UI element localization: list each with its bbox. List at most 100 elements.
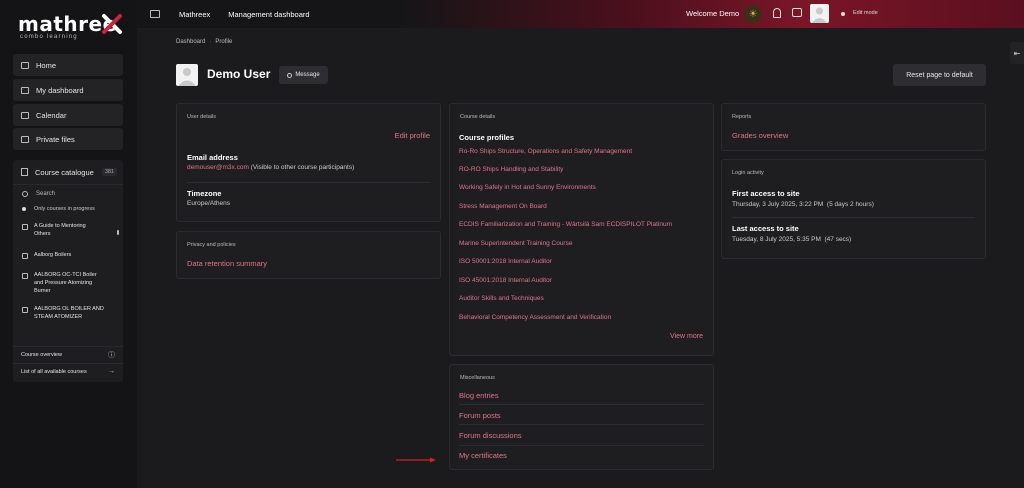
course-link[interactable]: Behavioral Competency Assessment and Ver… (459, 314, 611, 321)
logo-x-icon (102, 14, 122, 34)
my-certificates-link[interactable]: My certificates (459, 451, 507, 460)
sidebar-item-private-files[interactable]: Private files (13, 128, 123, 150)
brand-logo[interactable]: mathree combo learning (18, 12, 128, 42)
open-drawer-icon[interactable]: ⇤ (1010, 42, 1024, 64)
course-link[interactable]: ISO 45001:2018 Internal Auditor (459, 277, 552, 284)
catalogue-title: Course catalogue (35, 167, 94, 177)
messages-icon[interactable] (792, 8, 802, 17)
welcome-text: Welcome Demo (686, 9, 740, 18)
course-icon (22, 306, 28, 313)
catalogue-count-badge: 381 (101, 168, 117, 176)
sidebar-toggle-icon[interactable] (150, 10, 160, 18)
profile-avatar (176, 64, 198, 86)
divider (459, 424, 704, 425)
top-navbar: Mathreex Management dashboard (137, 0, 1024, 28)
course-title: AALBORG OC-TCI Boiler and Pressure Atomi… (34, 271, 97, 296)
filter-in-progress[interactable]: Only courses in progress (13, 202, 123, 216)
course-catalogue: Course catalogue 381 Search Only courses… (13, 160, 123, 382)
divider (732, 217, 975, 218)
course-link[interactable]: Ro-Ro Ships Structure, Operations and Sa… (459, 148, 632, 155)
course-link[interactable]: Working Safely in Hot and Sunny Environm… (459, 184, 596, 191)
card-title: Login activity (732, 170, 764, 176)
divider (187, 182, 430, 183)
sidebar-item-label: Calendar (36, 110, 67, 120)
email-note: (Visible to other course participants) (250, 164, 355, 171)
all-courses-link[interactable]: List of all available courses → (13, 363, 123, 379)
course-overview-link[interactable]: Course overview ⓘ (13, 346, 123, 362)
reports-card: Reports Grades overview (721, 103, 986, 151)
course-link[interactable]: Stress Management On Board (459, 203, 547, 210)
edit-mode-label: Edit mode (853, 10, 878, 16)
edit-mode-toggle[interactable] (841, 12, 845, 16)
card-title: Miscellaneous (460, 375, 495, 381)
course-icon (22, 224, 28, 230)
brand-tagline: combo learning (20, 34, 78, 40)
course-profiles-heading: Course profiles (459, 133, 515, 142)
catalogue-course-item[interactable]: Aalborg Boilers (13, 251, 123, 259)
catalogue-search-input[interactable]: Search (13, 184, 123, 202)
dashboard-icon (21, 86, 29, 94)
timezone-value: Europe/Athens (187, 200, 231, 207)
course-link[interactable]: Marine Superintendent Training Course (459, 240, 572, 247)
sidebar-item-label: Home (36, 60, 57, 70)
course-overview-label: Course overview (21, 351, 62, 358)
edit-profile-link[interactable]: Edit profile (395, 131, 430, 140)
sidebar-item-calendar[interactable]: Calendar (13, 104, 123, 126)
card-title: Course details (460, 114, 496, 120)
course-icon (22, 252, 28, 259)
home-icon (21, 61, 29, 69)
data-retention-link[interactable]: Data retention summary (187, 259, 267, 268)
catalogue-course-item[interactable]: AALBORG OL BOILER AND STEAM ATOMIZER (13, 305, 123, 322)
calendar-icon (21, 111, 29, 119)
forum-posts-link[interactable]: Forum posts (459, 411, 501, 420)
sidebar-item-dashboard[interactable]: My dashboard (13, 79, 123, 101)
catalogue-scrollbar[interactable] (117, 230, 119, 235)
avatar-silhouette-icon (178, 68, 196, 86)
last-access-label: Last access to site (732, 224, 799, 233)
top-link-mathreex[interactable]: Mathreex (179, 10, 210, 19)
user-avatar[interactable] (810, 4, 829, 23)
catalogue-course-item[interactable]: A Guide to Mentoring Others (13, 222, 123, 239)
course-link[interactable]: ECDIS Familiarization and Training - Wär… (459, 221, 672, 228)
info-icon: ⓘ (108, 351, 115, 359)
top-link-management-dashboard[interactable]: Management dashboard (228, 10, 309, 19)
email-row: demouser@m3x.com (Visible to other cours… (187, 164, 354, 171)
divider (459, 404, 704, 405)
course-title: AALBORG OL BOILER AND STEAM ATOMIZER (34, 305, 104, 322)
course-icon (22, 272, 28, 279)
catalogue-course-item[interactable]: AALBORG OC-TCI Boiler and Pressure Atomi… (13, 271, 123, 296)
email-link[interactable]: demouser@m3x.com (187, 164, 249, 171)
course-link[interactable]: ISO 50001:2018 Internal Auditor (459, 258, 552, 265)
timezone-label: Timezone (187, 189, 222, 198)
card-title: Privacy and policies (187, 242, 236, 248)
forum-discussions-link[interactable]: Forum discussions (459, 431, 522, 440)
grades-overview-link[interactable]: Grades overview (732, 131, 788, 140)
all-courses-label: List of all available courses (21, 368, 87, 375)
breadcrumb-dashboard[interactable]: Dashboard (176, 39, 205, 45)
sidebar-item-label: Private files (36, 134, 75, 144)
view-more-link[interactable]: View more (670, 333, 703, 340)
notification-bell-icon[interactable] (773, 8, 781, 18)
blog-entries-link[interactable]: Blog entries (459, 391, 499, 400)
sidebar-item-home[interactable]: Home (13, 54, 123, 76)
course-link[interactable]: RO-RO Ships Handling and Stability (459, 166, 563, 173)
first-access-value: Thursday, 3 July 2025, 3:22 PM (5 days 2… (732, 201, 874, 208)
search-icon (22, 190, 28, 197)
annotation-arrow-icon (396, 457, 436, 463)
login-activity-card: Login activity First access to site Thur… (721, 159, 986, 259)
course-title-line: Others (34, 231, 51, 238)
search-placeholder: Search (36, 190, 56, 197)
catalogue-header[interactable]: Course catalogue 381 (13, 160, 123, 184)
radio-dot-icon (22, 207, 26, 211)
privacy-card: Privacy and policies Data retention summ… (176, 231, 441, 279)
first-access-label: First access to site (732, 189, 800, 198)
filter-label: Only courses in progress (34, 206, 95, 212)
arrow-right-icon: → (108, 368, 115, 375)
card-title: User details (187, 114, 217, 120)
user-details-card: User details Edit profile Email address … (176, 103, 441, 222)
theme-sun-icon[interactable]: ☀ (744, 5, 762, 23)
message-button[interactable]: Message (279, 66, 328, 84)
course-link[interactable]: Auditor Skills and Techniques (459, 295, 544, 302)
course-title-line: STEAM ATOMIZER (34, 313, 83, 320)
reset-page-button[interactable]: Reset page to default (893, 64, 986, 86)
